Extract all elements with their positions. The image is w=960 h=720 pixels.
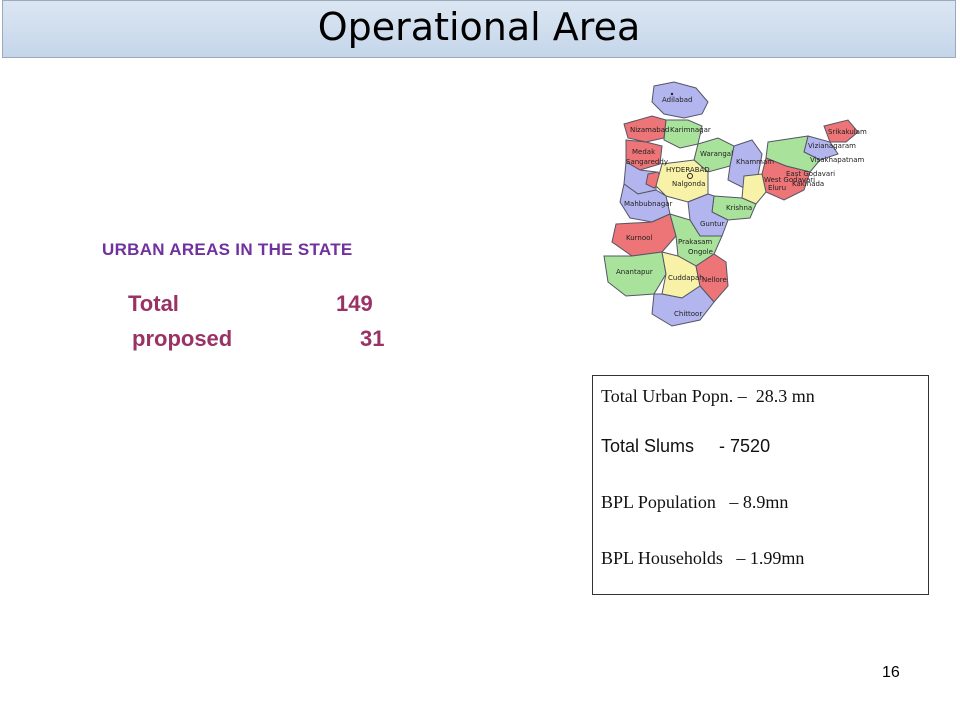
proposed-label: proposed [132,326,233,351]
map-label-sangareddy: Sangareddy [626,158,668,166]
title-bar: Operational Area [2,0,956,58]
state-district-map: Adilabad Nizamabad Karimnagar Medak Wara… [603,81,867,327]
map-label-nellore: Nellore [702,276,727,284]
map-label-hyderabad: HYDERABAD [666,166,710,174]
map-label-warangal: Warangal [700,150,733,158]
map-label-east-godavari: East Godavari [786,170,835,178]
proposed-value: 31 [360,326,385,351]
map-label-kurnool: Kurnool [626,234,652,242]
map-label-krishna: Krishna [726,204,752,212]
map-label-mahbubnagar: Mahbubnagar [624,200,673,208]
adilabad-marker-icon [670,92,674,96]
map-label-medak: Medak [632,148,656,156]
map-label-nizamabad: Nizamabad [630,126,669,134]
map-label-prakasam: Prakasam [678,238,712,246]
map-label-khammam: Khammam [736,158,774,166]
map-label-cuddapah: Cuddapah [668,274,704,282]
map-label-eluru: Eluru [768,184,786,192]
slide-title: Operational Area [317,5,641,49]
map-label-adilabad: Adilabad [662,96,692,104]
map-label-chittoor: Chittoor [674,310,702,318]
bpl-population: BPL Population – 8.9mn [601,492,789,512]
map-label-karimnagar: Karimnagar [670,126,711,134]
map-label-visakhapatnam: Visakhapatnam [810,156,864,164]
urban-stats-box: Total Urban Popn. – 28.3 mn Total Slums … [592,375,929,595]
district-karimnagar [663,119,703,149]
urban-areas-heading: URBAN AREAS IN THE STATE [102,240,353,259]
total-urban-population: Total Urban Popn. – 28.3 mn [601,386,815,406]
total-slums: Total Slums - 7520 [601,436,771,456]
map-label-anantapur: Anantapur [616,268,653,276]
map-label-ongole: Ongole [688,248,713,256]
map-label-guntur: Guntur [700,220,724,228]
map-label-vizianagaram: Vizianagaram [808,142,856,150]
total-value: 149 [336,291,373,316]
bpl-households: BPL Households – 1.99mn [601,548,805,568]
map-label-srikakulam: Srikakulam [828,128,867,136]
total-label: Total [128,291,179,316]
map-label-kakinada: Kakinada [792,180,824,188]
map-label-nalgonda: Nalgonda [672,180,705,188]
page-number: 16 [882,664,900,681]
